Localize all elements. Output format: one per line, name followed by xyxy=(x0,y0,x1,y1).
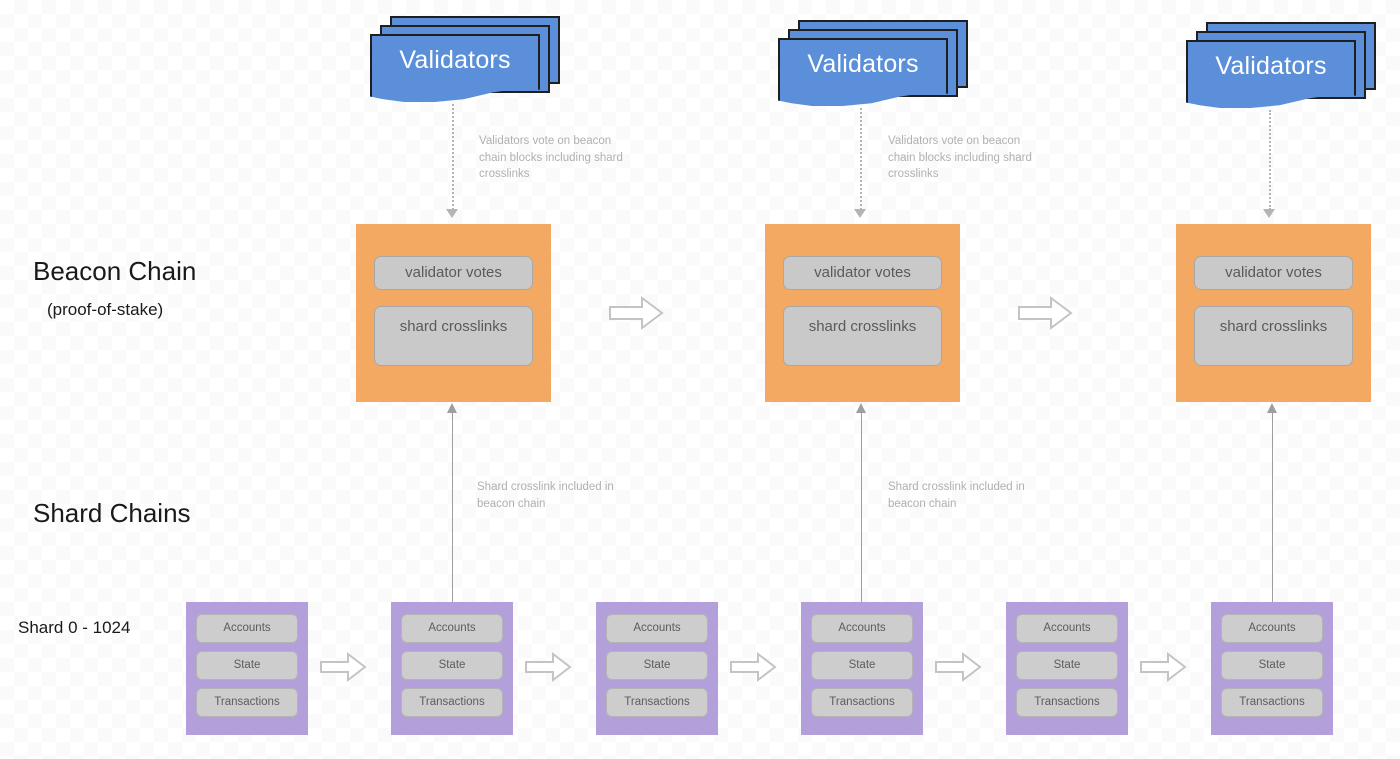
shard-transactions-pill: Transactions xyxy=(606,688,708,717)
shard-transactions-pill: Transactions xyxy=(1016,688,1118,717)
validator-votes-pill: validator votes xyxy=(1194,256,1353,290)
shard-state-pill: State xyxy=(1221,651,1323,680)
shard-crosslinks-pill: shard crosslinks xyxy=(783,306,942,366)
crosslink-annotation-1: Shard crosslink included in beacon chain xyxy=(477,481,614,510)
crosslink-annotation-2: Shard crosslink included in beacon chain xyxy=(888,481,1025,510)
shard-transactions-pill: Transactions xyxy=(196,688,298,717)
validators-label: Validators xyxy=(807,50,919,78)
validators-stack-3: Validators xyxy=(1186,22,1376,112)
shard-chain-arrow-icon-5 xyxy=(1139,652,1187,682)
beacon-block-3: validator votes shard crosslinks xyxy=(1176,224,1371,402)
vote-arrow-down-icon-3 xyxy=(1263,209,1275,218)
beacon-chain-title: Beacon Chain xyxy=(33,256,197,286)
shard-block-4: Accounts State Transactions xyxy=(801,602,923,735)
shard-accounts-pill: Accounts xyxy=(1016,614,1118,643)
validator-votes-pill: validator votes xyxy=(783,256,942,290)
validators-label: Validators xyxy=(1215,52,1327,80)
crosslink-arrow-up-icon-2 xyxy=(856,403,866,413)
beacon-block-1: validator votes shard crosslinks xyxy=(356,224,551,402)
validator-votes-pill: validator votes xyxy=(374,256,533,290)
diagram-canvas: Beacon Chain (proof-of-stake) Shard Chai… xyxy=(0,0,1400,759)
beacon-block-2: validator votes shard crosslinks xyxy=(765,224,960,402)
shard-chain-arrow-icon-1 xyxy=(319,652,367,682)
shard-transactions-pill: Transactions xyxy=(811,688,913,717)
shard-block-6: Accounts State Transactions xyxy=(1211,602,1333,735)
beacon-chain-arrow-icon-1 xyxy=(608,296,664,330)
shard-chain-arrow-icon-2 xyxy=(524,652,572,682)
shard-state-pill: State xyxy=(606,651,708,680)
vote-annotation-2: Validators vote on beacon chain blocks i… xyxy=(888,135,1032,181)
shard-block-3: Accounts State Transactions xyxy=(596,602,718,735)
shard-crosslinks-pill: shard crosslinks xyxy=(374,306,533,366)
vote-arrow-down-icon-1 xyxy=(446,209,458,218)
vote-connector-line-3 xyxy=(1269,110,1271,210)
shard-state-pill: State xyxy=(1016,651,1118,680)
vote-arrow-down-icon-2 xyxy=(854,209,866,218)
shard-block-1: Accounts State Transactions xyxy=(186,602,308,735)
shard-state-pill: State xyxy=(401,651,503,680)
shard-block-5: Accounts State Transactions xyxy=(1006,602,1128,735)
beacon-chain-arrow-icon-2 xyxy=(1017,296,1073,330)
crosslink-line-3 xyxy=(1272,412,1273,606)
shard-accounts-pill: Accounts xyxy=(606,614,708,643)
shard-accounts-pill: Accounts xyxy=(811,614,913,643)
shard-crosslinks-pill: shard crosslinks xyxy=(1194,306,1353,366)
shard-accounts-pill: Accounts xyxy=(1221,614,1323,643)
crosslink-line-1 xyxy=(452,412,453,604)
shard-accounts-pill: Accounts xyxy=(401,614,503,643)
shard-block-2: Accounts State Transactions xyxy=(391,602,513,735)
vote-connector-line-2 xyxy=(860,108,862,210)
vote-annotation-1: Validators vote on beacon chain blocks i… xyxy=(479,135,623,181)
shard-chains-title: Shard Chains xyxy=(33,498,191,528)
crosslink-line-2 xyxy=(861,412,862,604)
shard-range-label: Shard 0 - 1024 xyxy=(18,618,131,637)
validators-stack-2: Validators xyxy=(778,20,968,110)
crosslink-arrow-up-icon-1 xyxy=(447,403,457,413)
beacon-chain-subtitle: (proof-of-stake) xyxy=(47,300,164,319)
crosslink-arrow-up-icon-3 xyxy=(1267,403,1277,413)
shard-transactions-pill: Transactions xyxy=(1221,688,1323,717)
shard-accounts-pill: Accounts xyxy=(196,614,298,643)
validators-stack-1: Validators xyxy=(370,16,560,106)
shard-state-pill: State xyxy=(811,651,913,680)
shard-state-pill: State xyxy=(196,651,298,680)
validators-label: Validators xyxy=(399,46,511,74)
shard-chain-arrow-icon-4 xyxy=(934,652,982,682)
shard-transactions-pill: Transactions xyxy=(401,688,503,717)
shard-chain-arrow-icon-3 xyxy=(729,652,777,682)
vote-connector-line-1 xyxy=(452,104,454,210)
